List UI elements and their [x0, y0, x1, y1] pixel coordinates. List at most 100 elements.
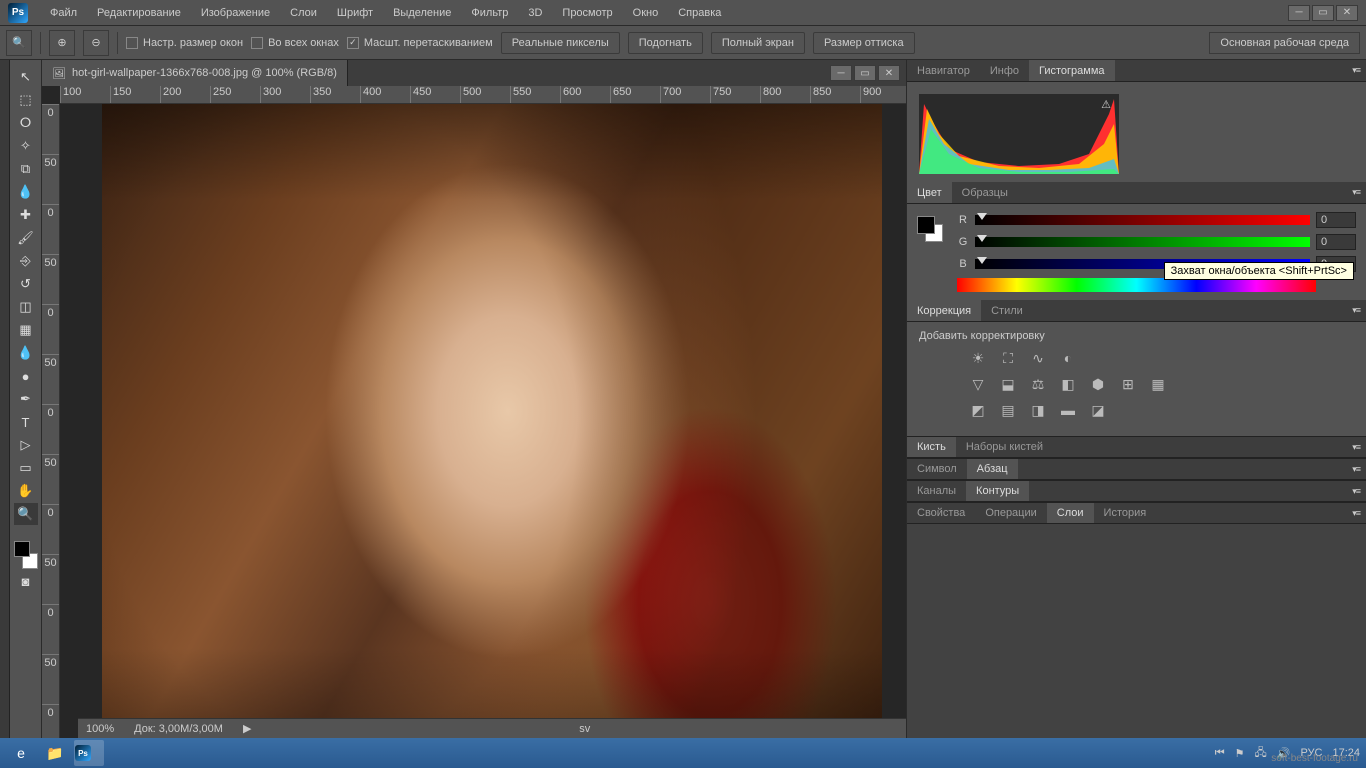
- panel-menu-icon[interactable]: ▾≡: [1346, 442, 1366, 453]
- workspace-switcher[interactable]: Основная рабочая среда: [1209, 32, 1360, 54]
- history-brush-tool[interactable]: ↺: [14, 273, 38, 295]
- r-value-input[interactable]: 0: [1316, 212, 1356, 228]
- g-value-input[interactable]: 0: [1316, 234, 1356, 250]
- channel-mixer-icon[interactable]: ⊞: [1119, 376, 1137, 392]
- r-slider[interactable]: [975, 215, 1310, 225]
- explorer-taskbar-icon[interactable]: 📁: [40, 740, 70, 766]
- zoom-in-icon[interactable]: ⊕: [49, 30, 75, 56]
- bw-icon[interactable]: ◧: [1059, 376, 1077, 392]
- canvas-viewport[interactable]: 100% Док: 3,00M/3,00M ▶ sv: [60, 104, 906, 738]
- window-maximize[interactable]: ▭: [1312, 5, 1334, 21]
- shape-tool[interactable]: ▭: [14, 457, 38, 479]
- threshold-icon[interactable]: ◨: [1029, 402, 1047, 418]
- path-select-tool[interactable]: ▷: [14, 434, 38, 456]
- character-tab[interactable]: Символ: [907, 459, 967, 479]
- fill-screen-button[interactable]: Полный экран: [711, 32, 805, 54]
- foreground-color-swatch[interactable]: [14, 541, 30, 557]
- menu-window[interactable]: Окно: [623, 3, 669, 23]
- menu-file[interactable]: Файл: [40, 3, 87, 23]
- magic-wand-tool[interactable]: ✧: [14, 135, 38, 157]
- styles-tab[interactable]: Стили: [981, 300, 1033, 321]
- ie-taskbar-icon[interactable]: e: [6, 740, 36, 766]
- curves-icon[interactable]: ∿: [1029, 350, 1047, 366]
- vibrance-icon[interactable]: ▽: [969, 376, 987, 392]
- zoom-out-icon[interactable]: ⊖: [83, 30, 109, 56]
- crop-tool[interactable]: ⧉: [14, 158, 38, 180]
- tray-prev-icon[interactable]: ⏮: [1215, 747, 1225, 760]
- clone-stamp-tool[interactable]: ⎆: [14, 250, 38, 272]
- selective-color-icon[interactable]: ◪: [1089, 402, 1107, 418]
- levels-icon[interactable]: ⛶: [999, 350, 1017, 366]
- window-close[interactable]: ✕: [1336, 5, 1358, 21]
- swatches-tab[interactable]: Образцы: [952, 182, 1018, 203]
- actions-tab[interactable]: Операции: [975, 503, 1046, 523]
- panel-menu-icon[interactable]: ▾≡: [1346, 305, 1366, 316]
- doc-size-status[interactable]: Док: 3,00M/3,00M: [134, 723, 223, 735]
- layers-body[interactable]: [907, 524, 1366, 738]
- invert-icon[interactable]: ◩: [969, 402, 987, 418]
- photoshop-taskbar-icon[interactable]: [74, 740, 104, 766]
- panel-menu-icon[interactable]: ▾≡: [1346, 65, 1366, 76]
- doc-maximize[interactable]: ▭: [854, 65, 876, 81]
- layers-tab[interactable]: Слои: [1047, 503, 1094, 523]
- posterize-icon[interactable]: ▤: [999, 402, 1017, 418]
- canvas-image[interactable]: [102, 104, 882, 738]
- move-tool[interactable]: ↖: [14, 66, 38, 88]
- adjustments-tab[interactable]: Коррекция: [907, 300, 981, 321]
- quick-mask-toggle[interactable]: ◙: [14, 570, 38, 592]
- color-balance-icon[interactable]: ⚖: [1029, 376, 1047, 392]
- menu-layer[interactable]: Слои: [280, 3, 327, 23]
- print-size-button[interactable]: Размер оттиска: [813, 32, 915, 54]
- gradient-map-icon[interactable]: ▬: [1059, 402, 1077, 418]
- g-slider[interactable]: [975, 237, 1310, 247]
- menu-type[interactable]: Шрифт: [327, 3, 383, 23]
- tray-network-icon[interactable]: 🖧: [1254, 744, 1266, 763]
- gradient-tool[interactable]: ▦: [14, 319, 38, 341]
- photo-filter-icon[interactable]: ⬢: [1089, 376, 1107, 392]
- hand-tool[interactable]: ✋: [14, 480, 38, 502]
- histogram-chart[interactable]: ⚠: [919, 94, 1119, 174]
- eraser-tool[interactable]: ◫: [14, 296, 38, 318]
- color-tab[interactable]: Цвет: [907, 182, 952, 203]
- pen-tool[interactable]: ✒: [14, 388, 38, 410]
- panel-menu-icon[interactable]: ▾≡: [1346, 187, 1366, 198]
- brightness-contrast-icon[interactable]: ☀: [969, 350, 987, 366]
- color-lookup-icon[interactable]: ▦: [1149, 376, 1167, 392]
- properties-tab[interactable]: Свойства: [907, 503, 975, 523]
- healing-brush-tool[interactable]: ✚: [14, 204, 38, 226]
- navigator-tab[interactable]: Навигатор: [907, 60, 980, 81]
- tray-flag-icon[interactable]: ⚑: [1235, 747, 1245, 760]
- color-swatches[interactable]: [14, 541, 38, 569]
- color-spectrum[interactable]: [957, 278, 1316, 292]
- doc-close[interactable]: ✕: [878, 65, 900, 81]
- menu-image[interactable]: Изображение: [191, 3, 280, 23]
- menu-select[interactable]: Выделение: [383, 3, 461, 23]
- exposure-icon[interactable]: ◐: [1059, 350, 1077, 366]
- panel-menu-icon[interactable]: ▾≡: [1346, 486, 1366, 497]
- paragraph-tab[interactable]: Абзац: [967, 459, 1018, 479]
- lasso-tool[interactable]: ⵔ: [14, 112, 38, 134]
- document-tab[interactable]: 🖼 hot-girl-wallpaper-1366x768-008.jpg @ …: [42, 60, 348, 86]
- menu-help[interactable]: Справка: [668, 3, 731, 23]
- resize-windows-checkbox[interactable]: Настр. размер окон: [126, 37, 243, 49]
- channels-tab[interactable]: Каналы: [907, 481, 966, 501]
- menu-view[interactable]: Просмотр: [552, 3, 622, 23]
- blur-tool[interactable]: 💧: [14, 342, 38, 364]
- menu-edit[interactable]: Редактирование: [87, 3, 191, 23]
- status-arrow-icon[interactable]: ▶: [243, 722, 251, 735]
- scrubby-zoom-checkbox[interactable]: ✓Масшт. перетаскиванием: [347, 37, 493, 49]
- zoom-all-windows-checkbox[interactable]: Во всех окнах: [251, 37, 339, 49]
- histogram-tab[interactable]: Гистограмма: [1029, 60, 1115, 81]
- panel-menu-icon[interactable]: ▾≡: [1346, 464, 1366, 475]
- brush-presets-tab[interactable]: Наборы кистей: [956, 437, 1053, 457]
- zoom-level[interactable]: 100%: [86, 723, 114, 735]
- histogram-warning-icon[interactable]: ⚠: [1101, 98, 1111, 111]
- paths-tab[interactable]: Контуры: [966, 481, 1029, 501]
- dodge-tool[interactable]: ●: [14, 365, 38, 387]
- eyedropper-tool[interactable]: 💧: [14, 181, 38, 203]
- window-minimize[interactable]: ─: [1288, 5, 1310, 21]
- type-tool[interactable]: T: [14, 411, 38, 433]
- menu-3d[interactable]: 3D: [518, 3, 552, 23]
- zoom-tool[interactable]: 🔍: [14, 503, 38, 525]
- actual-pixels-button[interactable]: Реальные пикселы: [501, 32, 620, 54]
